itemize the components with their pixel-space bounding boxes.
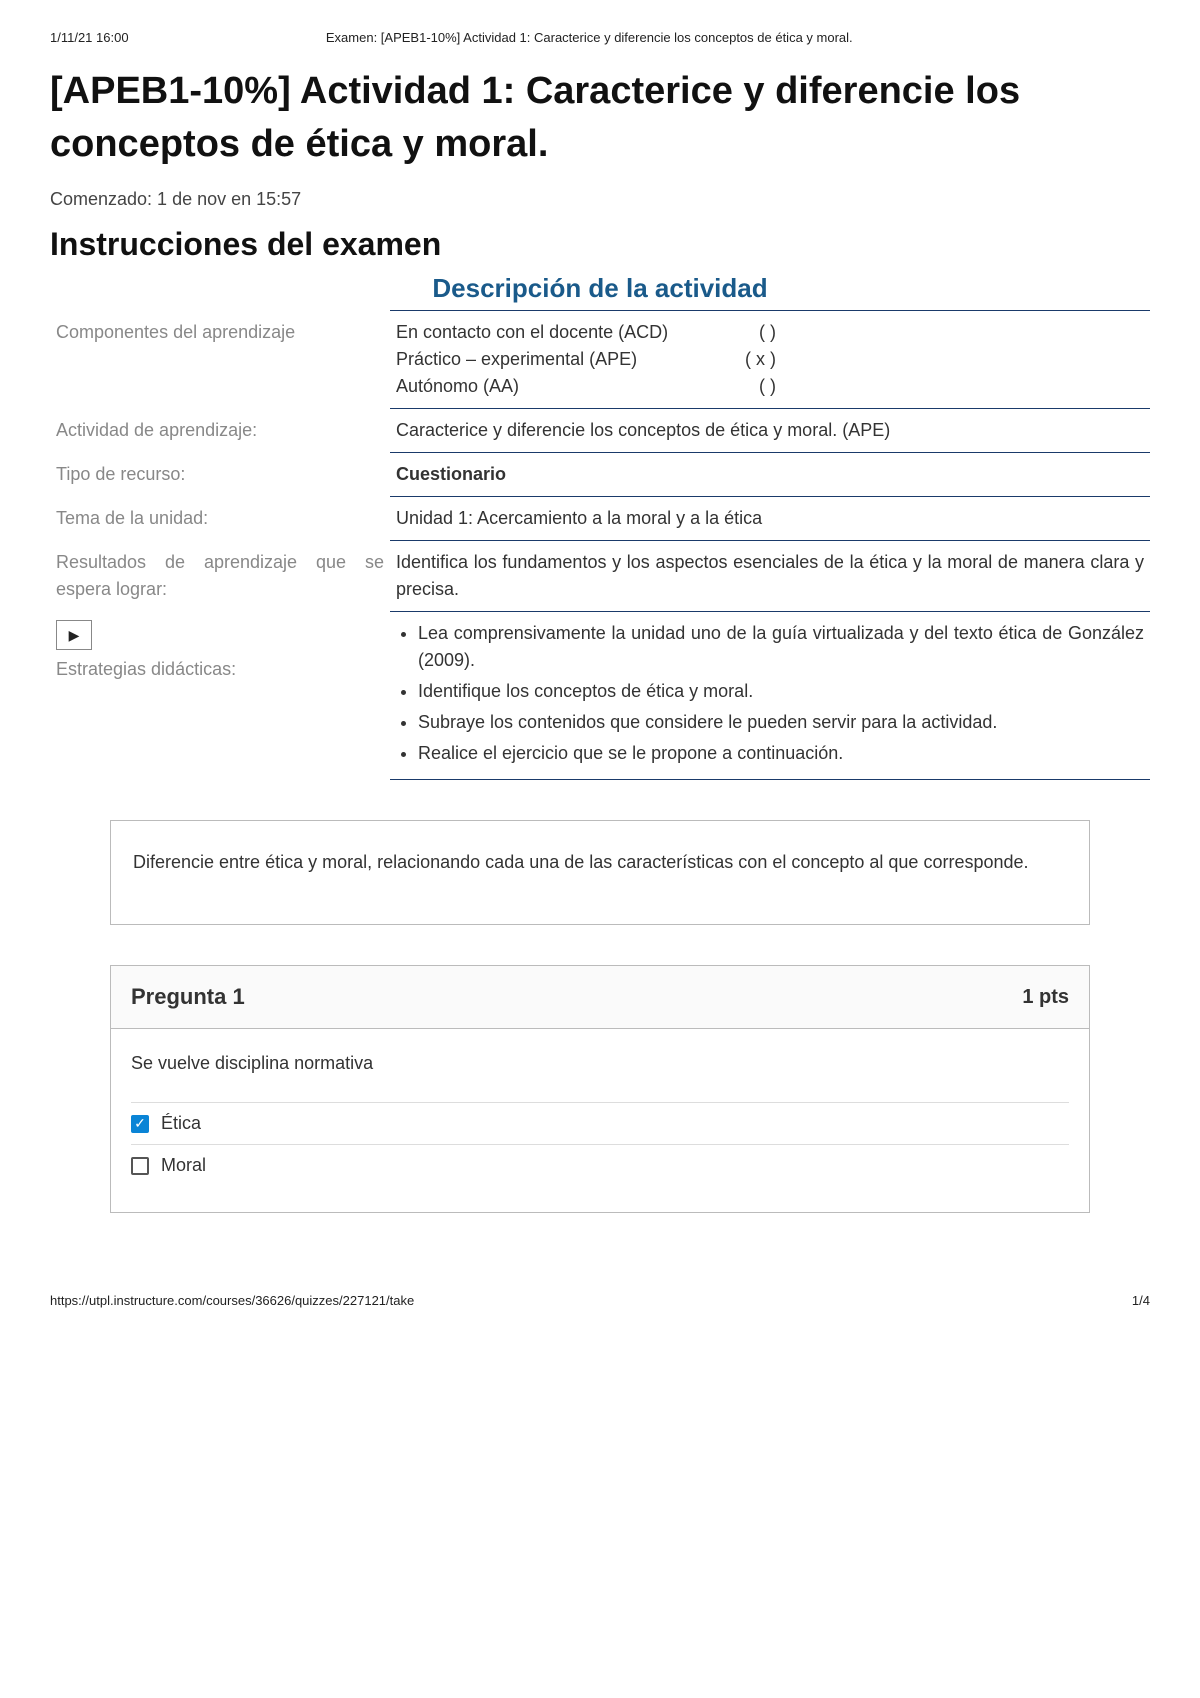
question-title: Pregunta 1 bbox=[131, 984, 245, 1010]
description-heading: Descripción de la actividad bbox=[50, 273, 1150, 304]
componente-mark: ( ) bbox=[759, 319, 776, 346]
description-table: Componentes del aprendizaje En contacto … bbox=[50, 310, 1150, 780]
list-item: Realice el ejercicio que se le propone a… bbox=[418, 740, 1144, 767]
instructions-heading: Instrucciones del examen bbox=[50, 226, 1150, 263]
started-at: Comenzado: 1 de nov en 15:57 bbox=[50, 189, 1150, 210]
componente-mark: ( ) bbox=[759, 373, 776, 400]
print-footer: https://utpl.instructure.com/courses/366… bbox=[50, 1293, 1150, 1308]
actividad-value: Caracterice y diferencie los conceptos d… bbox=[390, 409, 1150, 453]
actividad-label: Actividad de aprendizaje: bbox=[50, 409, 390, 453]
tipo-label: Tipo de recurso: bbox=[50, 453, 390, 497]
estrategias-value: Lea comprensivamente la unidad uno de la… bbox=[390, 612, 1150, 780]
tema-value: Unidad 1: Acercamiento a la moral y a la… bbox=[390, 497, 1150, 541]
footer-url: https://utpl.instructure.com/courses/366… bbox=[50, 1293, 414, 1308]
question-intro: Diferencie entre ética y moral, relacion… bbox=[110, 820, 1090, 925]
answer-row[interactable]: Moral bbox=[131, 1144, 1069, 1186]
tema-label: Tema de la unidad: bbox=[50, 497, 390, 541]
question-header: Pregunta 1 1 pts bbox=[111, 966, 1089, 1029]
question-points: 1 pts bbox=[1022, 986, 1069, 1009]
answer-label: Ética bbox=[161, 1113, 201, 1134]
componente-mark: ( x ) bbox=[745, 346, 776, 373]
question-text: Se vuelve disciplina normativa bbox=[131, 1053, 1069, 1074]
play-button[interactable]: ▶ bbox=[56, 620, 92, 650]
question-body: Se vuelve disciplina normativa ✓ Ética M… bbox=[111, 1029, 1089, 1212]
footer-page: 1/4 bbox=[1132, 1293, 1150, 1308]
list-item: Identifique los conceptos de ética y mor… bbox=[418, 678, 1144, 705]
componente-name: Práctico – experimental (APE) bbox=[396, 346, 637, 373]
list-item: Subraye los contenidos que considere le … bbox=[418, 709, 1144, 736]
estrategias-cell: ▶ Estrategias didácticas: bbox=[50, 612, 390, 780]
componente-name: En contacto con el docente (ACD) bbox=[396, 319, 668, 346]
resultados-label: Resultados de aprendizaje que se espera … bbox=[50, 541, 390, 612]
checkbox-icon[interactable]: ✓ bbox=[131, 1115, 149, 1133]
estrategias-label: Estrategias didácticas: bbox=[56, 656, 384, 683]
page-title: [APEB1-10%] Actividad 1: Caracterice y d… bbox=[50, 65, 1150, 171]
tipo-value: Cuestionario bbox=[390, 453, 1150, 497]
list-item: Lea comprensivamente la unidad uno de la… bbox=[418, 620, 1144, 674]
checkbox-icon[interactable] bbox=[131, 1157, 149, 1175]
componentes-value: En contacto con el docente (ACD) ( ) Prá… bbox=[390, 311, 1150, 409]
print-header: 1/11/21 16:00 Examen: [APEB1-10%] Activi… bbox=[50, 30, 1150, 45]
print-doc-title: Examen: [APEB1-10%] Actividad 1: Caracte… bbox=[29, 30, 1150, 45]
tipo-value-text: Cuestionario bbox=[396, 464, 506, 484]
componentes-label: Componentes del aprendizaje bbox=[50, 311, 390, 409]
question-block: Pregunta 1 1 pts Se vuelve disciplina no… bbox=[110, 965, 1090, 1213]
answer-row[interactable]: ✓ Ética bbox=[131, 1102, 1069, 1144]
resultados-value: Identifica los fundamentos y los aspecto… bbox=[390, 541, 1150, 612]
answer-label: Moral bbox=[161, 1155, 206, 1176]
componente-name: Autónomo (AA) bbox=[396, 373, 519, 400]
